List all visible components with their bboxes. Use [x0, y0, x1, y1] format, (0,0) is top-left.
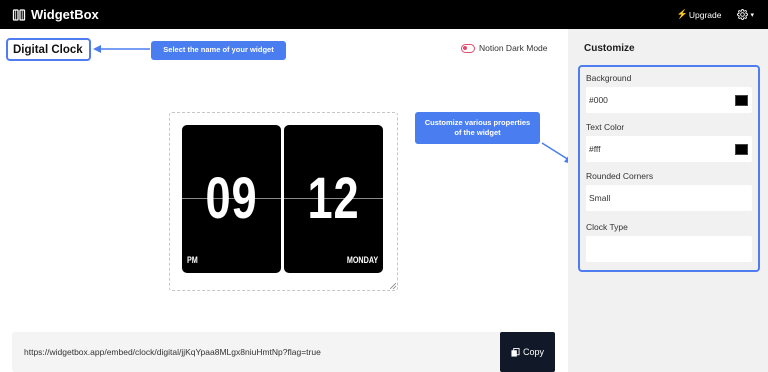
widget-name-selector[interactable]: Digital Clock — [6, 38, 91, 61]
gear-icon — [737, 9, 749, 20]
top-bar: WidgetBox ⚡ Upgrade ▾ — [0, 0, 768, 29]
dark-mode-toggle[interactable]: Notion Dark Mode — [461, 43, 548, 53]
embed-url[interactable]: https://widgetbox.app/embed/clock/digita… — [24, 347, 321, 357]
background-input[interactable]: #000 — [586, 87, 752, 113]
copy-icon — [511, 347, 520, 357]
hours-digits: 09 — [205, 166, 258, 231]
minutes-card: 12 MONDAY — [284, 125, 383, 273]
copy-button[interactable]: Copy — [500, 332, 555, 372]
text-color-label: Text Color — [586, 122, 625, 132]
chevron-down-icon: ▾ — [750, 11, 754, 19]
minutes-digits: 12 — [307, 166, 360, 231]
background-label: Background — [586, 73, 632, 83]
widget-name: Digital Clock — [13, 43, 83, 56]
ampm-label: PM — [187, 255, 198, 265]
embed-url-bar: https://widgetbox.app/embed/clock/digita… — [12, 332, 555, 372]
rounded-corners-value: Small — [589, 193, 611, 203]
rounded-corners-label: Rounded Corners — [586, 171, 654, 181]
resize-handle-icon[interactable] — [390, 283, 396, 289]
copy-label: Copy — [522, 347, 544, 357]
day-label: MONDAY — [346, 255, 378, 265]
background-swatch[interactable] — [735, 95, 748, 106]
callout-select-name: Select the name of your widget — [151, 41, 286, 60]
background-value: #000 — [589, 95, 608, 105]
brand[interactable]: WidgetBox — [12, 7, 99, 22]
clock-type-label: Clock Type — [586, 222, 628, 232]
lightning-icon: ⚡ — [676, 9, 688, 19]
brand-name: WidgetBox — [31, 7, 99, 22]
toggle-switch[interactable] — [461, 43, 475, 53]
clock-type-select[interactable] — [586, 236, 752, 262]
text-color-input[interactable]: #fff — [586, 136, 752, 162]
dark-mode-label: Notion Dark Mode — [479, 43, 548, 53]
book-icon — [12, 8, 26, 21]
customize-sidebar: Customize Background #000 Text Color #ff… — [568, 29, 768, 372]
sidebar-title: Customize — [584, 43, 635, 54]
customize-settings: Background #000 Text Color #fff Rounded … — [578, 65, 760, 272]
hours-card: 09 PM — [182, 125, 281, 273]
rounded-corners-select[interactable]: Small — [586, 185, 752, 211]
upgrade-label: Upgrade — [688, 9, 722, 20]
text-color-swatch[interactable] — [735, 144, 748, 155]
text-color-value: #fff — [589, 144, 601, 154]
settings-menu[interactable]: ▾ — [737, 9, 754, 20]
arrow-left-icon — [93, 45, 150, 53]
callout-customize: Customize various properties of the widg… — [415, 112, 540, 144]
clock-preview: 09 PM 12 MONDAY — [169, 112, 398, 291]
upgrade-button[interactable]: ⚡ Upgrade — [677, 9, 722, 20]
